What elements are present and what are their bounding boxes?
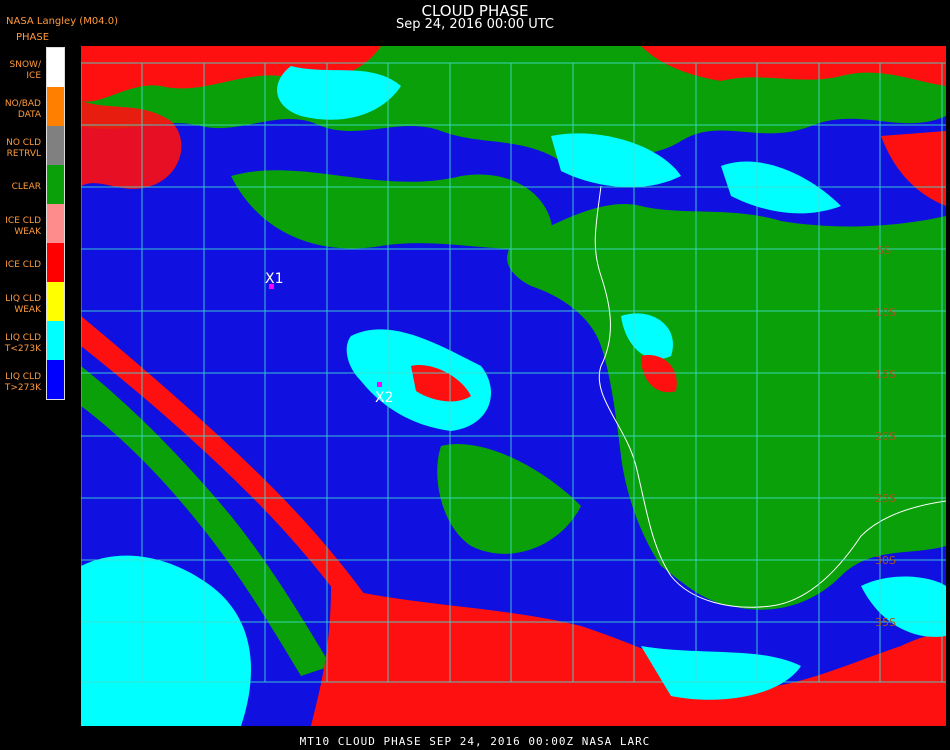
legend-swatch-liq-cld-cold bbox=[47, 321, 64, 360]
legend-swatch-ice-cld bbox=[47, 243, 64, 282]
lat-label-30s: 30S bbox=[875, 554, 896, 567]
legend-swatch-liq-cld-warm bbox=[47, 360, 64, 399]
legend-label-liq-cld-weak: LIQ CLD WEAK bbox=[5, 294, 41, 315]
legend-title: PHASE bbox=[16, 32, 50, 43]
marker-x2-point[interactable] bbox=[377, 382, 382, 387]
legend-label-liq-cld-cold: LIQ CLD T<273K bbox=[4, 333, 41, 354]
marker-x2-label: X2 bbox=[375, 390, 394, 406]
lat-label-15s: 15S bbox=[875, 368, 896, 381]
legend-swatch-liq-cld-weak bbox=[47, 282, 64, 321]
legend-swatch-no-cld-retrvl bbox=[47, 126, 64, 165]
legend-label-no-bad-data: NO/BAD DATA bbox=[4, 99, 41, 120]
legend-label-ice-cld-weak: ICE CLD WEAK bbox=[5, 216, 41, 237]
lat-label-10s: 10S bbox=[875, 306, 896, 319]
legend-label-no-cld-retrvl: NO CLD RETRVL bbox=[6, 138, 41, 159]
legend-swatch-no-bad-data bbox=[47, 87, 64, 126]
map-subtitle: Sep 24, 2016 00:00 UTC bbox=[395, 17, 555, 32]
lat-label-20s: 20S bbox=[875, 430, 896, 443]
footer-caption: MT10 CLOUD PHASE SEP 24, 2016 00:00Z NAS… bbox=[299, 735, 651, 748]
legend-label-ice-cld: ICE CLD bbox=[5, 260, 41, 270]
marker-x1-label: X1 bbox=[265, 271, 284, 287]
map-canvas: 5S 10S 15S 20S 25S 30S 35S X1 X2 bbox=[81, 46, 946, 726]
cloud-phase-map[interactable]: 5S 10S 15S 20S 25S 30S 35S X1 X2 bbox=[81, 46, 946, 726]
lat-label-5s: 5S bbox=[877, 244, 891, 257]
lat-label-35s: 35S bbox=[875, 616, 896, 629]
legend-swatch-ice-cld-weak bbox=[47, 204, 64, 243]
legend-swatch-snow-ice bbox=[47, 48, 64, 87]
legend-colorbar bbox=[46, 47, 65, 400]
legend-label-liq-cld-warm: LIQ CLD T>273K bbox=[4, 372, 41, 393]
lat-label-25s: 25S bbox=[875, 492, 896, 505]
legend-swatch-clear bbox=[47, 165, 64, 204]
legend-label-clear: CLEAR bbox=[11, 182, 41, 192]
legend-label-snow-ice: SNOW/ ICE bbox=[9, 60, 41, 81]
